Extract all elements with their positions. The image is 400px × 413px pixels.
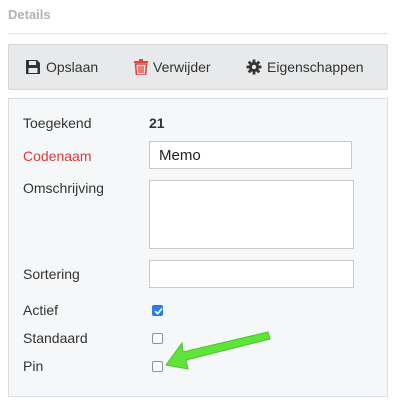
description-textarea[interactable] [149,180,354,249]
codename-label: Codenaam [23,148,92,164]
trash-icon [134,59,148,75]
gear-icon [246,59,262,75]
floppy-disk-icon [25,59,41,75]
description-label: Omschrijving [23,180,104,196]
toolbar: Opslaan Verwijder Eigenschappen [8,44,388,90]
pin-checkbox[interactable] [152,361,163,372]
save-button[interactable]: Opslaan [25,45,98,89]
checkmark-icon [154,308,163,315]
details-form: Toegekend 21 Codenaam Omschrijving Sorte… [8,98,388,397]
section-title: Details [8,7,51,22]
properties-button-label: Eigenschappen [267,59,364,75]
save-button-label: Opslaan [46,59,99,75]
delete-button[interactable]: Verwijder [134,45,211,89]
assigned-value: 21 [149,115,165,131]
properties-button[interactable]: Eigenschappen [246,45,364,89]
sorting-field[interactable] [149,260,354,288]
default-label: Standaard [23,330,88,346]
codename-field[interactable] [149,141,352,169]
pin-label: Pin [23,358,44,374]
default-checkbox[interactable] [152,333,163,344]
active-label: Actief [23,302,59,318]
sorting-label: Sortering [23,266,80,282]
active-checkbox[interactable] [152,305,163,316]
assigned-label: Toegekend [23,115,92,131]
title-divider [8,33,388,34]
delete-button-label: Verwijder [153,59,211,75]
